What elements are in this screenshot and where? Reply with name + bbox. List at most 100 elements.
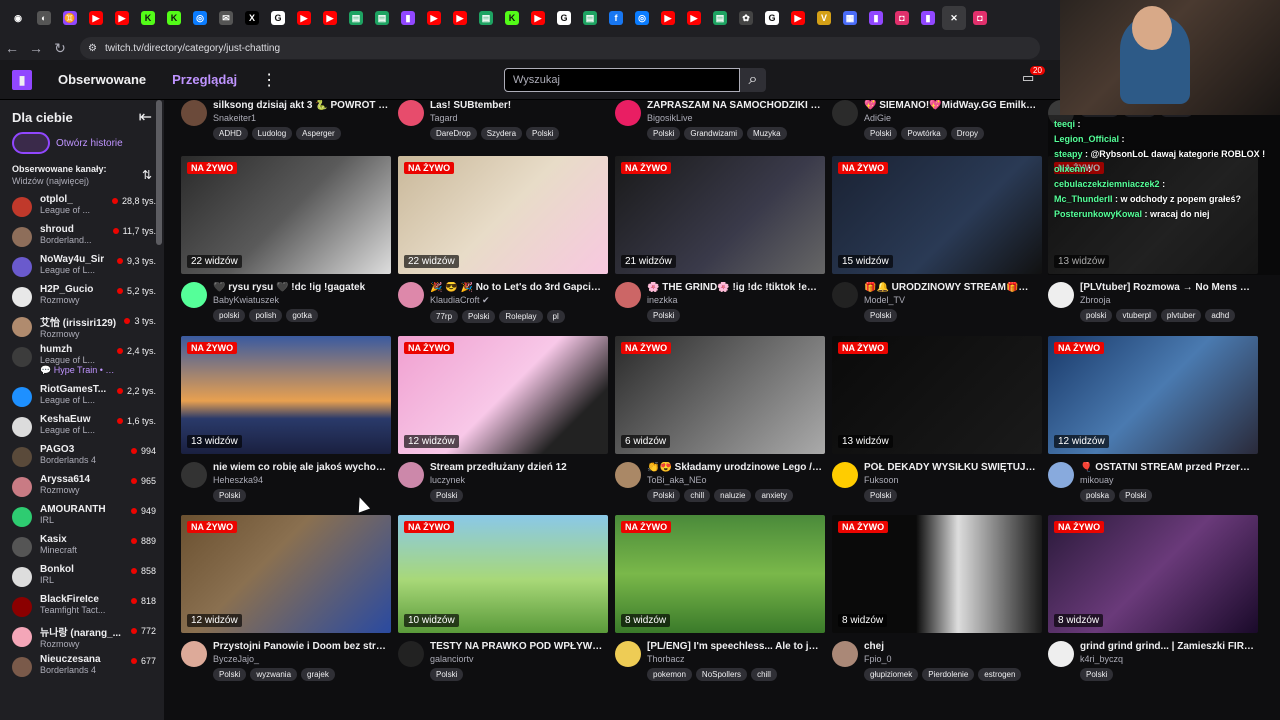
streamer-name[interactable]: Heheszka94 <box>213 475 389 485</box>
stream-title[interactable]: 💖 SIEMANO!💖MidWay.GG Emilka z... <box>864 100 1040 111</box>
streamer-name[interactable]: ToBi_aka_NEo <box>647 475 823 485</box>
streamer-name[interactable]: Fpio_0 <box>864 654 1040 664</box>
stream-card[interactable]: 💖 SIEMANO!💖MidWay.GG Emilka z... AdiGie Po… <box>832 100 1042 140</box>
reload-icon[interactable]: ↻ <box>48 40 72 57</box>
browser-tab[interactable]: ▶ <box>110 6 134 30</box>
browser-tab[interactable]: G <box>552 6 576 30</box>
history-row[interactable]: Otwórz historie <box>12 130 156 156</box>
browser-tab[interactable]: ▤ <box>578 6 602 30</box>
channel-avatar[interactable] <box>181 641 207 667</box>
stream-thumbnail[interactable]: NA ŻYWO 12 widzów <box>181 515 391 633</box>
channel-avatar[interactable] <box>832 282 858 308</box>
tag[interactable]: chill <box>684 489 711 502</box>
browser-tab[interactable]: ▶ <box>786 6 810 30</box>
tag[interactable]: polska <box>1080 489 1116 502</box>
tag[interactable]: gotka <box>286 309 318 322</box>
url-field[interactable]: ⚙ twitch.tv/directory/category/just-chat… <box>80 37 1040 59</box>
tag[interactable]: Polski <box>430 489 464 502</box>
stream-thumbnail[interactable]: NA ŻYWO 8 widzów <box>1048 515 1258 633</box>
search-input[interactable]: Wyszukaj <box>504 68 740 92</box>
tag[interactable]: adhd <box>1205 309 1236 322</box>
followed-channel[interactable]: PAGO3 Borderlands 4 994 <box>0 444 164 474</box>
stream-title[interactable]: ZAPRASZAM NA SAMOCHODZIKI 🏎️... <box>647 100 823 111</box>
sidebar-scrollbar[interactable] <box>156 100 162 245</box>
browser-tab[interactable]: ▤ <box>370 6 394 30</box>
tag[interactable]: anxiety <box>755 489 793 502</box>
nav-followed[interactable]: Obserwowane <box>58 72 146 87</box>
tag[interactable]: Muzyka <box>747 127 787 140</box>
browser-tab[interactable]: K <box>136 6 160 30</box>
browser-tab[interactable]: V <box>812 6 836 30</box>
channel-avatar[interactable] <box>1048 282 1074 308</box>
stream-title[interactable]: silksong dzisiaj akt 3 🐍 POWRÓT RE... <box>213 100 389 111</box>
followed-channel[interactable]: AMOURANTH IRL 949 <box>0 504 164 534</box>
stream-thumbnail[interactable]: NA ŻYWO 8 widzów <box>832 515 1042 633</box>
browser-tab[interactable]: ◐ <box>32 6 56 30</box>
stream-title[interactable]: TESTY NA PRAWKO POD WPŁYWEM ... <box>430 641 606 652</box>
tag[interactable]: Grandwizami <box>684 127 744 140</box>
channel-avatar[interactable] <box>615 282 641 308</box>
streamer-name[interactable]: BabyKwiatuszek <box>213 295 389 305</box>
stream-title[interactable]: Przystojni Panowie i Doom bez strzel... <box>213 641 389 652</box>
channel-avatar[interactable] <box>398 641 424 667</box>
stream-card[interactable]: NA ŻYWO 12 widzów 🎈 OSTATNI STREAM przed P… <box>1048 336 1258 502</box>
stream-card[interactable]: NA ŻYWO 13 widzów PÓŁ DEKADY WYSIŁKU ŚWIĘT… <box>832 336 1042 502</box>
followed-channel[interactable]: NoWay4u_Sir League of L... 9,3 tys. <box>0 254 164 284</box>
site-info-icon[interactable]: ⚙ <box>88 43 97 54</box>
channel-avatar[interactable] <box>181 462 207 488</box>
tag[interactable]: Polski <box>430 668 464 681</box>
browser-tab[interactable]: ◘ <box>890 6 914 30</box>
channel-avatar[interactable] <box>1048 641 1074 667</box>
tag[interactable]: pl <box>546 310 565 323</box>
browser-tab[interactable]: ✉ <box>214 6 238 30</box>
tag[interactable]: DareDrop <box>430 127 477 140</box>
followed-channel[interactable]: H2P_Gucio Rozmowy 5,2 tys. <box>0 284 164 314</box>
stream-thumbnail[interactable]: NA ŻYWO 12 widzów <box>398 336 608 454</box>
browser-tab[interactable]: ◎ <box>188 6 212 30</box>
browser-tab[interactable]: ▶ <box>526 6 550 30</box>
tag[interactable]: Polski <box>864 309 898 322</box>
browser-tab[interactable]: ▮ <box>396 6 420 30</box>
browser-tab[interactable]: ▤ <box>474 6 498 30</box>
tag[interactable]: Szydera <box>480 127 523 140</box>
stream-card[interactable]: silksong dzisiaj akt 3 🐍 POWRÓT RE... Sna… <box>181 100 391 140</box>
streamer-name[interactable]: AdiGie <box>864 113 1040 123</box>
tag[interactable]: Dropy <box>950 127 985 140</box>
browser-tab[interactable]: ▮ <box>916 6 940 30</box>
tag[interactable]: wyzwania <box>250 668 298 681</box>
stream-title[interactable]: 🌸 THE GRIND🌸 !ig !dc !tiktok !egop... <box>647 282 823 293</box>
stream-card[interactable]: NA ŻYWO 8 widzów chej Fpio_0 głupiziomek Pier… <box>832 515 1042 681</box>
twitch-logo-icon[interactable]: ▮ <box>12 69 32 90</box>
browser-tab[interactable]: ▶ <box>318 6 342 30</box>
tag[interactable]: vtuberpl <box>1116 309 1157 322</box>
tag[interactable]: Polski <box>647 309 681 322</box>
stream-card[interactable]: NA ŻYWO 10 widzów TESTY NA PRAWKO POD WPŁY… <box>398 515 608 681</box>
channel-avatar[interactable] <box>181 100 207 126</box>
streamer-name[interactable]: inezkka <box>647 295 823 305</box>
streamer-name[interactable]: KlaudiaCroft ✔ <box>430 295 606 306</box>
stream-card[interactable]: NA ŻYWO 22 widzów 🖤 rysu rysu 🖤 !dc !ig !g… <box>181 156 391 322</box>
stream-thumbnail[interactable]: NA ŻYWO 10 widzów <box>398 515 608 633</box>
browser-tab[interactable]: ▶ <box>656 6 680 30</box>
stream-title[interactable]: 👏😍 Składamy urodzinowe Lego // T... <box>647 462 823 473</box>
sort-icon[interactable]: ⇅ <box>142 168 152 186</box>
stream-thumbnail[interactable]: NA ŻYWO 15 widzów <box>832 156 1042 274</box>
stream-card[interactable]: NA ŻYWO 12 widzów Stream przedłużany dzień… <box>398 336 608 502</box>
tag[interactable]: polish <box>249 309 283 322</box>
followed-channel[interactable]: Bonkol IRL 858 <box>0 564 164 594</box>
tag[interactable]: Polski <box>213 668 247 681</box>
stream-card[interactable]: NA ŻYWO 12 widzów Przystojni Panowie i Doo… <box>181 515 391 681</box>
stream-title[interactable]: 🎈 OSTATNI STREAM przed Przerwą... <box>1080 462 1256 473</box>
stream-thumbnail[interactable]: NA ŻYWO 21 widzów <box>615 156 825 274</box>
stream-title[interactable]: Stream przedłużany dzień 12 <box>430 462 606 473</box>
channel-avatar[interactable] <box>615 641 641 667</box>
stream-title[interactable]: [PL/ENG] I'm speechless... Ale to już j.… <box>647 641 823 652</box>
followed-channel[interactable]: humzhLeague of L...💬 Hype Train • pozio.… <box>0 344 164 384</box>
stream-card[interactable]: NA ŻYWO 21 widzów 🌸 THE GRIND🌸 !ig !dc !ti… <box>615 156 825 322</box>
followed-channel[interactable]: Nieuczesana Borderlands 4 677 <box>0 654 164 684</box>
tag[interactable]: chill <box>751 668 777 681</box>
streamer-name[interactable]: Fuksoon <box>864 475 1040 485</box>
browser-tab[interactable]: ▶ <box>292 6 316 30</box>
nav-browse[interactable]: Przeglądaj <box>172 72 237 87</box>
tag[interactable]: polski <box>1080 309 1113 322</box>
